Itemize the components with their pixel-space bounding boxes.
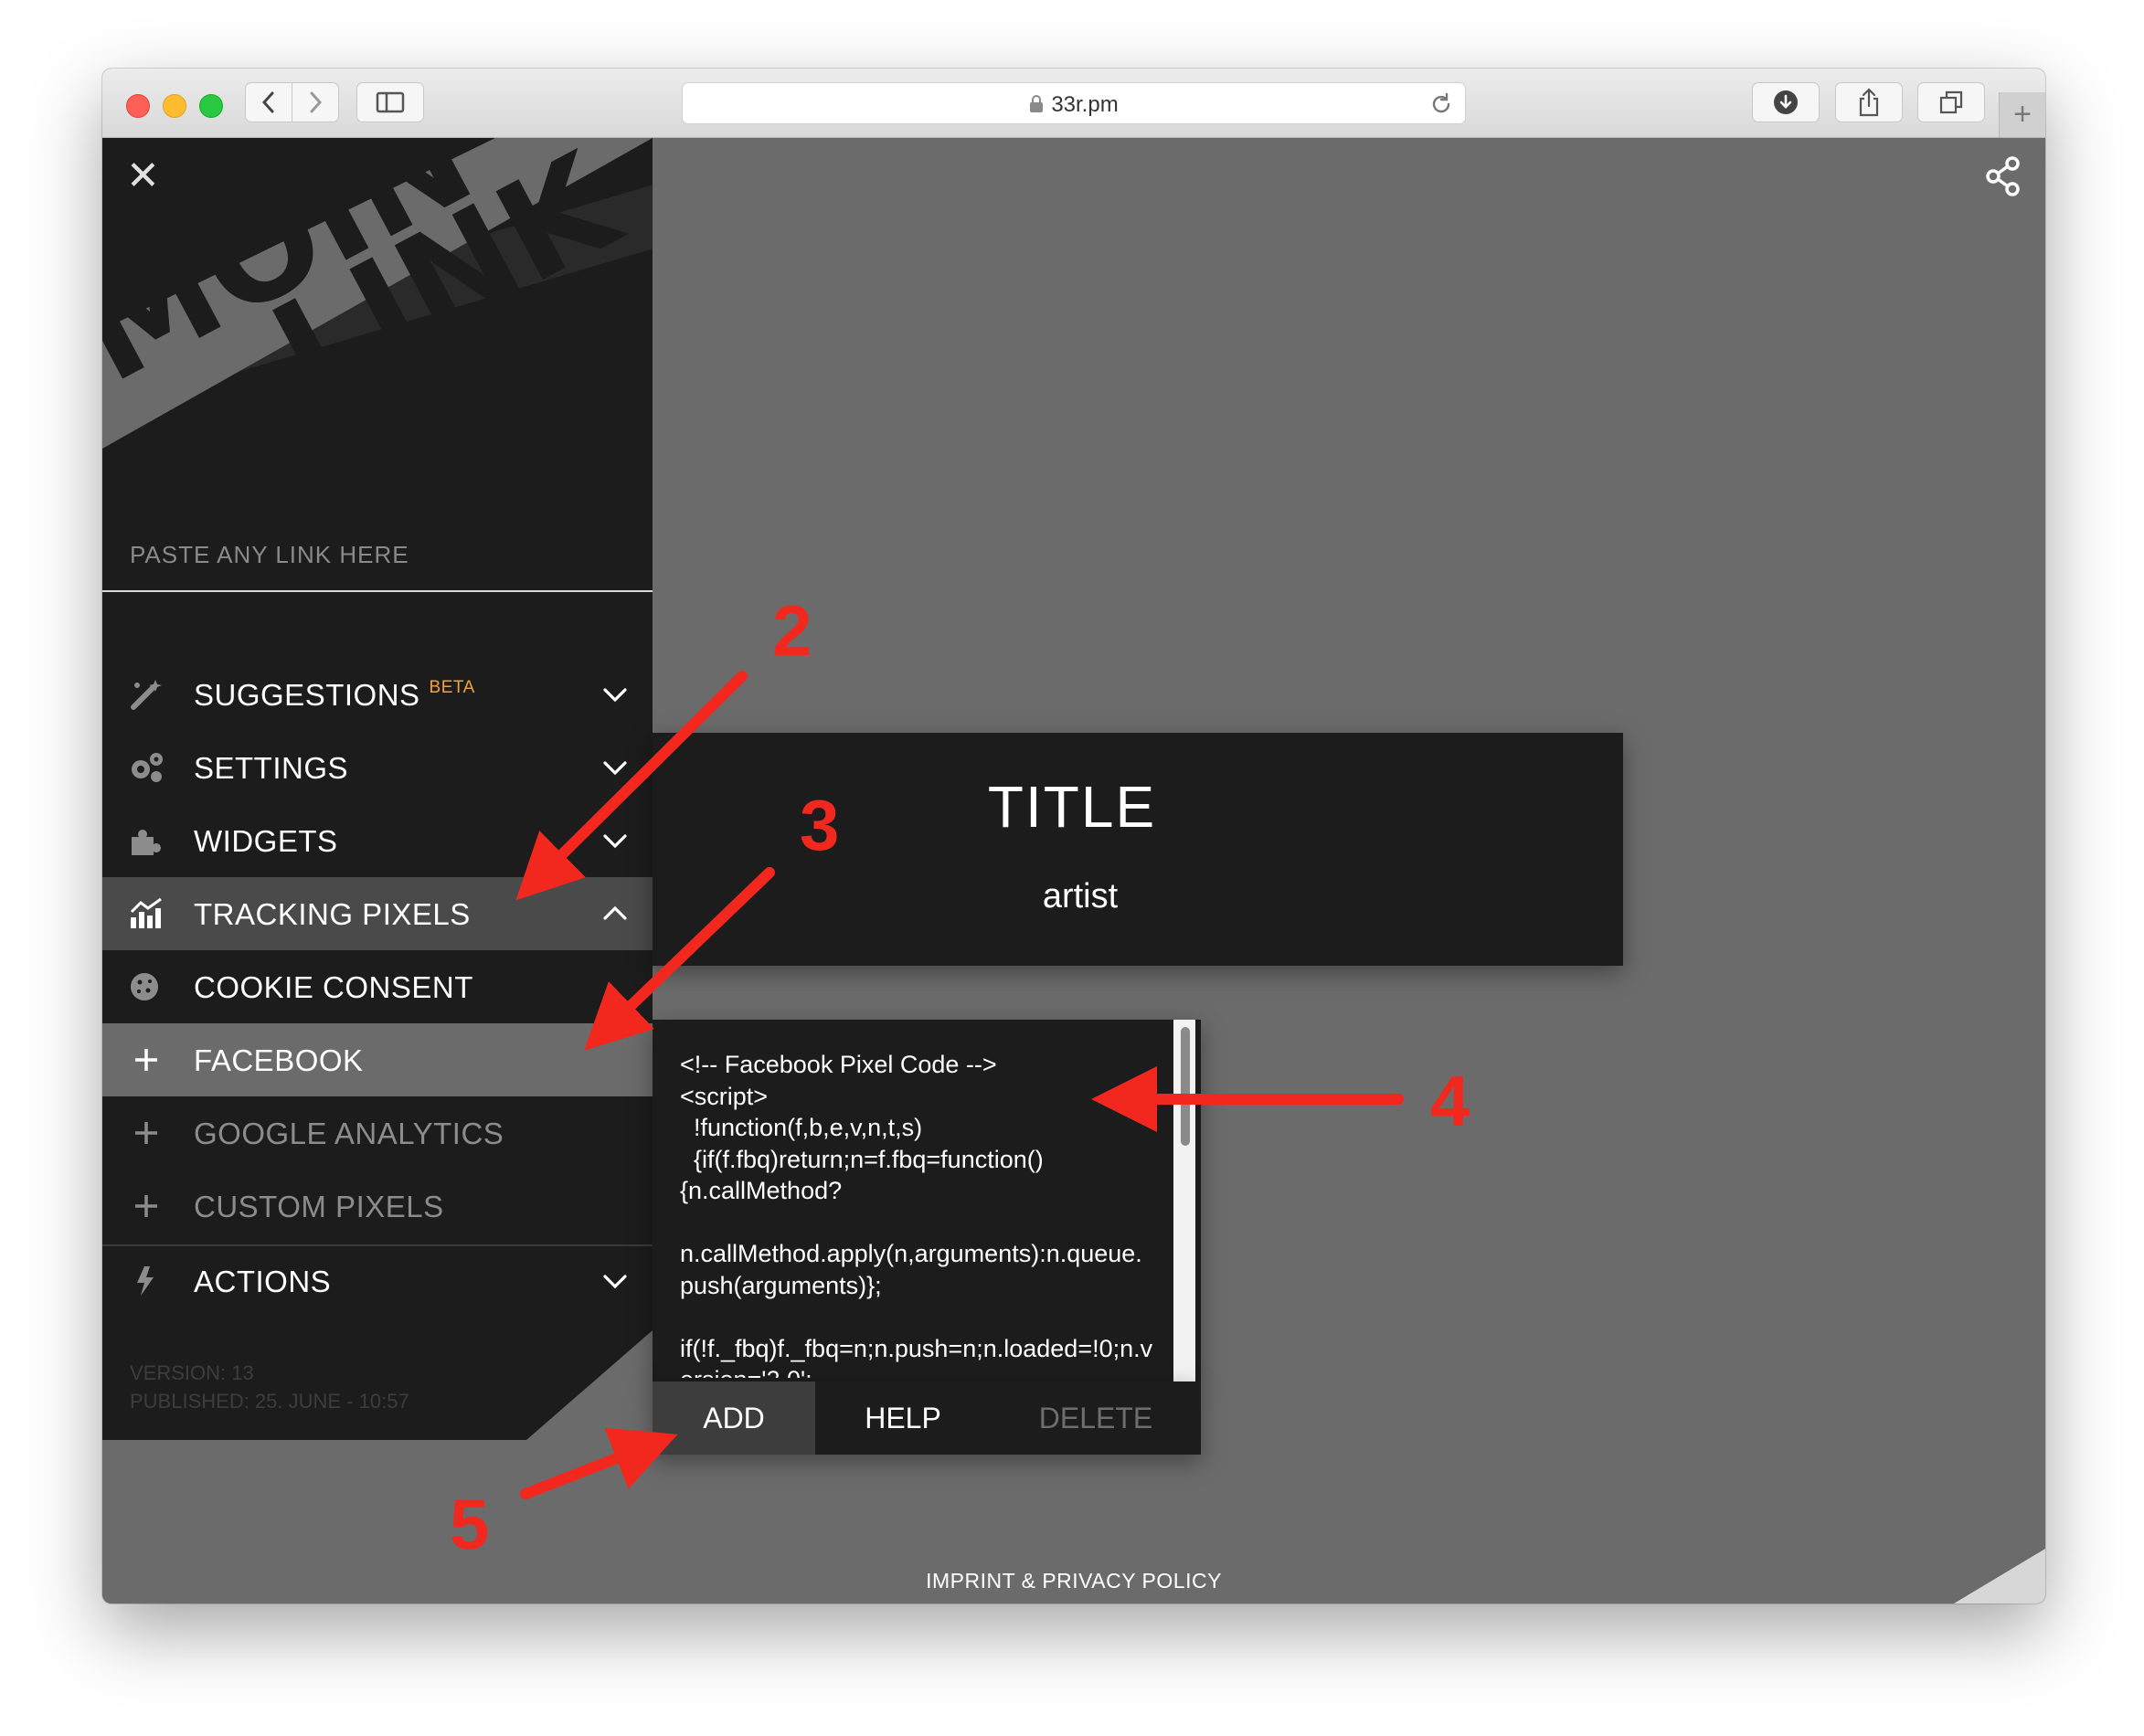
menu-label: COOKIE CONSENT <box>194 970 473 1004</box>
input-underline <box>102 590 653 592</box>
scrollbar-thumb[interactable] <box>1181 1027 1190 1146</box>
version-text: VERSION: 13 <box>130 1361 254 1384</box>
chevron-down-icon[interactable] <box>601 828 629 853</box>
share-icon <box>1859 88 1879 117</box>
reload-icon[interactable] <box>1428 91 1454 117</box>
zoom-window-button[interactable] <box>199 94 223 118</box>
imprint-privacy-link[interactable]: IMPRINT & PRIVACY POLICY <box>102 1569 2045 1593</box>
page-curl <box>1954 1549 2045 1604</box>
menu-label: ACTIONS <box>194 1265 332 1298</box>
chevron-right-icon <box>310 91 323 113</box>
share-page-button[interactable] <box>1835 82 1903 122</box>
chevron-up-icon[interactable] <box>601 901 629 926</box>
forward-button[interactable] <box>292 82 339 122</box>
sidebar-icon <box>376 91 405 113</box>
back-button[interactable] <box>245 82 292 122</box>
menu-item-facebook[interactable]: FACEBOOK <box>102 1023 653 1096</box>
menu-item-cookie-consent[interactable]: COOKIE CONSENT <box>102 950 653 1023</box>
plus-icon <box>135 1195 157 1217</box>
lock-icon <box>1030 95 1044 112</box>
version-info: VERSION: 13 PUBLISHED: 25. JUNE - 10:57 <box>130 1359 409 1415</box>
close-window-button[interactable] <box>126 94 150 118</box>
delete-button[interactable]: DELETE <box>991 1381 1201 1455</box>
address-bar[interactable]: 33r.pm <box>682 82 1466 124</box>
browser-window: 33r.pm + ✕ MOIN LINK PASTE ANY LINK HERE… <box>102 69 2045 1604</box>
menu-item-google-analytics[interactable]: GOOGLE ANALYTICS <box>102 1096 653 1170</box>
download-icon <box>1774 90 1798 114</box>
chevron-down-icon[interactable] <box>601 1268 629 1294</box>
artist-name[interactable]: artist <box>653 877 1508 916</box>
gears-icon <box>132 753 163 782</box>
paste-link-input[interactable]: PASTE ANY LINK HERE <box>130 541 409 569</box>
moinlink-logo: MOIN LINK <box>102 138 653 449</box>
link-preview-card: TITLE artist <box>653 733 1623 966</box>
tabs-icon <box>1939 90 1963 114</box>
bolt-icon <box>137 1266 154 1296</box>
published-text: PUBLISHED: 25. JUNE - 10:57 <box>130 1390 409 1413</box>
beta-badge: BETA <box>429 678 475 697</box>
menu-item-widgets[interactable]: WIDGETS <box>102 804 653 877</box>
menu-item-tracking-pixels[interactable]: TRACKING PIXELS <box>102 877 653 950</box>
new-tab-button[interactable]: + <box>1999 92 2045 137</box>
chevron-down-icon[interactable] <box>601 682 629 707</box>
plus-icon <box>135 1049 157 1071</box>
menu-item-settings[interactable]: SETTINGS <box>102 731 653 804</box>
menu-label: SUGGESTIONS <box>194 678 420 712</box>
menu-label: SETTINGS <box>194 751 349 785</box>
url: 33r.pm <box>1051 92 1119 117</box>
menu-item-actions[interactable]: ACTIONS <box>102 1244 653 1318</box>
sidebar-toggle-button[interactable] <box>356 82 424 122</box>
help-button[interactable]: HELP <box>815 1381 991 1455</box>
tabs-overview-button[interactable] <box>1917 82 1985 122</box>
address-text: 33r.pm <box>683 92 1465 118</box>
cookie-icon <box>131 973 158 1000</box>
pixel-code-textarea[interactable]: <!-- Facebook Pixel Code --> <script> !f… <box>680 1049 1155 1378</box>
downloads-button[interactable] <box>1752 82 1820 122</box>
menu-item-custom-pixels[interactable]: CUSTOM PIXELS <box>102 1170 653 1243</box>
puzzle-icon <box>132 830 161 855</box>
share-network-icon[interactable] <box>1985 156 2022 196</box>
page-title[interactable]: TITLE <box>653 773 1491 841</box>
menu-label: WIDGETS <box>194 824 338 858</box>
chevron-left-icon <box>261 91 274 113</box>
sidebar: ✕ MOIN LINK PASTE ANY LINK HERE SUGGESTI… <box>102 138 653 1440</box>
add-button[interactable]: ADD <box>653 1381 815 1455</box>
menu-label: FACEBOOK <box>194 1043 364 1077</box>
editor-button-bar: ADD HELP DELETE <box>653 1381 1201 1455</box>
browser-toolbar: 33r.pm + <box>102 69 2045 138</box>
menu-label: CUSTOM PIXELS <box>194 1190 444 1223</box>
page-content: ✕ MOIN LINK PASTE ANY LINK HERE SUGGESTI… <box>102 138 2045 1604</box>
minimize-window-button[interactable] <box>163 94 186 118</box>
magic-wand-icon <box>131 680 162 710</box>
chart-icon <box>130 897 162 928</box>
menu-label: GOOGLE ANALYTICS <box>194 1117 504 1150</box>
menu-item-suggestions[interactable]: SUGGESTIONS BETA <box>102 658 653 731</box>
plus-icon <box>135 1122 157 1144</box>
pixel-code-editor[interactable]: <!-- Facebook Pixel Code --> <script> !f… <box>653 1020 1201 1381</box>
chevron-down-icon[interactable] <box>601 755 629 780</box>
menu-label: TRACKING PIXELS <box>194 897 471 931</box>
